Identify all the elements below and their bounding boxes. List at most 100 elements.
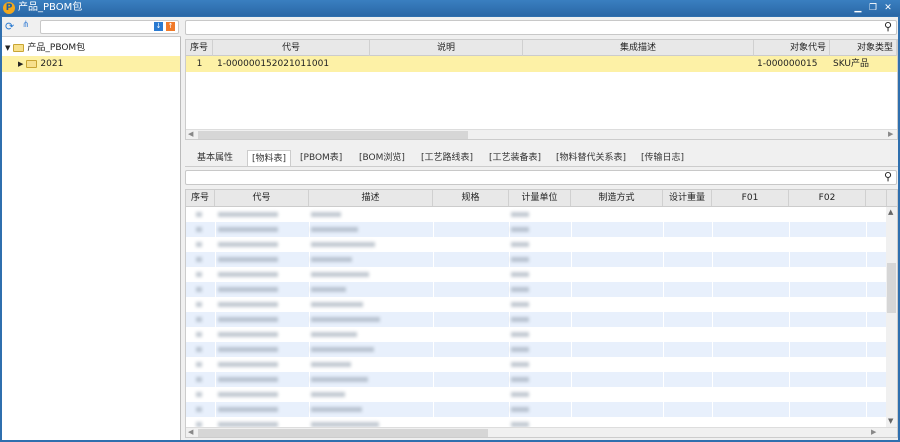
table-row[interactable]: [186, 327, 886, 342]
tab-basic-properties[interactable]: 基本属性: [193, 150, 237, 166]
top-search-input[interactable]: [185, 20, 897, 35]
column-divider: [309, 267, 310, 282]
blurred-cell: [511, 317, 529, 322]
blurred-cell: [311, 287, 346, 292]
blurred-cell: [311, 407, 362, 412]
column-divider: [309, 282, 310, 297]
refresh-icon[interactable]: ⟳: [5, 20, 14, 33]
table-row[interactable]: [186, 402, 886, 417]
col-header[interactable]: 对象代号: [754, 40, 830, 56]
col-header[interactable]: 代号: [215, 190, 309, 206]
blurred-cell: [196, 227, 202, 232]
table-row[interactable]: [186, 267, 886, 282]
column-divider: [571, 252, 572, 267]
col-header[interactable]: 规格: [433, 190, 509, 206]
cell-object-type: SKU产品: [833, 59, 869, 69]
vertical-scrollbar[interactable]: ▲ ▼: [886, 207, 897, 427]
scroll-left-icon[interactable]: ◀: [188, 428, 193, 436]
blurred-cell: [511, 392, 529, 397]
restore-button[interactable]: ❐: [868, 3, 878, 13]
table-row[interactable]: [186, 207, 886, 222]
tab-process-equipment[interactable]: [工艺装备表]: [485, 150, 545, 166]
material-search-input[interactable]: [185, 170, 897, 185]
column-divider: [712, 267, 713, 282]
col-header[interactable]: 代号: [213, 40, 370, 56]
scrollbar-thumb[interactable]: [887, 263, 896, 313]
scrollbar-thumb[interactable]: [198, 429, 488, 437]
search-icon[interactable]: ⚲: [884, 20, 892, 33]
table-row[interactable]: [186, 237, 886, 252]
column-divider: [712, 297, 713, 312]
scroll-right-icon[interactable]: ▶: [888, 130, 893, 138]
tab-pbom[interactable]: [PBOM表]: [296, 150, 346, 166]
cell-code: 1-000000152021011001: [217, 59, 330, 69]
column-divider: [789, 207, 790, 222]
column-divider: [866, 267, 867, 282]
table-row[interactable]: [186, 252, 886, 267]
table-row[interactable]: [186, 222, 886, 237]
scroll-up-icon[interactable]: ▲: [888, 208, 893, 216]
tab-bom-browse[interactable]: [BOM浏览]: [355, 150, 409, 166]
scroll-down-icon[interactable]: ▼: [888, 417, 893, 425]
column-divider: [433, 402, 434, 417]
blurred-cell: [311, 377, 368, 382]
table-row[interactable]: [186, 387, 886, 402]
col-header[interactable]: 描述: [309, 190, 433, 206]
column-divider: [712, 357, 713, 372]
column-divider: [866, 372, 867, 387]
tab-material-substitute[interactable]: [物料替代关系表]: [552, 150, 630, 166]
table-row[interactable]: 1 1-000000152021011001 1-000000015 SKU产品: [186, 56, 897, 72]
column-divider: [433, 237, 434, 252]
tab-transfer-log[interactable]: [传输日志]: [637, 150, 688, 166]
column-divider: [309, 372, 310, 387]
expand-arrow-icon[interactable]: ▼: [5, 44, 10, 52]
col-header[interactable]: 对象类型: [830, 40, 897, 56]
col-header[interactable]: 序号: [186, 190, 215, 206]
table-row[interactable]: [186, 282, 886, 297]
minimize-button[interactable]: ▁: [853, 3, 863, 13]
blurred-cell: [196, 362, 202, 367]
app-logo-icon: P: [3, 2, 15, 14]
col-header[interactable]: F02: [789, 190, 866, 206]
tab-material-list[interactable]: [物料表]: [247, 150, 292, 166]
column-divider: [215, 372, 216, 387]
col-header[interactable]: 设计重量: [663, 190, 712, 206]
scrollbar-thumb[interactable]: [198, 131, 468, 139]
move-down-icon[interactable]: ↓: [154, 22, 163, 31]
column-divider: [866, 402, 867, 417]
column-divider: [866, 357, 867, 372]
col-header[interactable]: F01: [712, 190, 789, 206]
close-button[interactable]: ✕: [883, 3, 893, 13]
col-header[interactable]: 制造方式: [571, 190, 663, 206]
blurred-cell: [218, 317, 278, 322]
column-divider: [509, 237, 510, 252]
column-divider: [712, 252, 713, 267]
table-row[interactable]: [186, 372, 886, 387]
move-up-icon[interactable]: ↑: [166, 22, 175, 31]
blurred-cell: [511, 347, 529, 352]
blurred-cell: [511, 407, 529, 412]
table-row[interactable]: [186, 312, 886, 327]
col-header[interactable]: 计量单位: [509, 190, 571, 206]
table-row[interactable]: [186, 357, 886, 372]
tab-process-route[interactable]: [工艺路线表]: [417, 150, 477, 166]
horizontal-scrollbar[interactable]: ◀ ▶: [186, 427, 897, 437]
table-row[interactable]: [186, 297, 886, 312]
scroll-left-icon[interactable]: ◀: [188, 130, 193, 138]
col-header[interactable]: 集成描述: [523, 40, 754, 56]
col-header[interactable]: 序号: [186, 40, 213, 56]
column-divider: [866, 207, 867, 222]
tree-structure-icon[interactable]: ⋔: [22, 20, 30, 30]
collapse-arrow-icon[interactable]: ▶: [18, 60, 23, 68]
search-icon[interactable]: ⚲: [884, 170, 892, 183]
blurred-cell: [196, 377, 202, 382]
column-divider: [866, 342, 867, 357]
horizontal-scrollbar[interactable]: ◀ ▶: [186, 129, 897, 139]
scroll-right-icon[interactable]: ▶: [871, 428, 876, 436]
tree-node-2021[interactable]: ▶ 2021: [2, 56, 180, 72]
column-divider: [215, 327, 216, 342]
table-row[interactable]: [186, 342, 886, 357]
tree-node-root[interactable]: ▼ 产品_PBOM包: [2, 40, 180, 56]
col-header[interactable]: 说明: [370, 40, 523, 56]
column-divider: [789, 387, 790, 402]
